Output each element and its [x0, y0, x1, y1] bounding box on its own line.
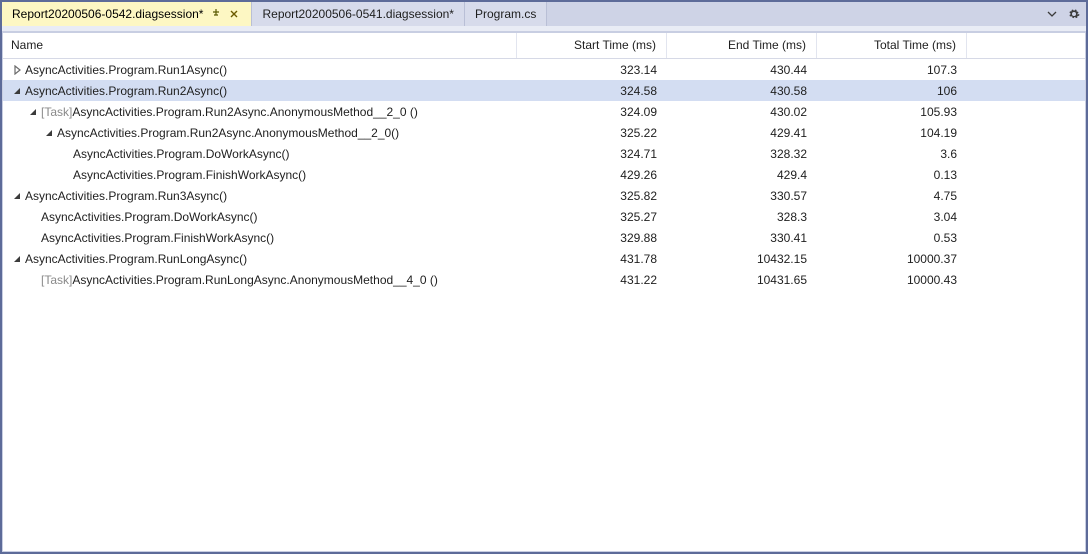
chevron-down-icon[interactable] — [27, 106, 39, 118]
column-header-name[interactable]: Name — [3, 33, 517, 58]
table-row[interactable]: AsyncActivities.Program.DoWorkAsync() 325… — [3, 206, 1085, 227]
cell-start: 324.58 — [517, 84, 667, 98]
report-grid: Name Start Time (ms) End Time (ms) Total… — [2, 32, 1086, 552]
cell-total: 104.19 — [817, 126, 967, 140]
cell-start: 325.82 — [517, 189, 667, 203]
chevron-down-icon[interactable] — [11, 85, 23, 97]
table-row[interactable]: [Task] AsyncActivities.Program.Run2Async… — [3, 101, 1085, 122]
table-row[interactable]: AsyncActivities.Program.FinishWorkAsync(… — [3, 164, 1085, 185]
grid-header: Name Start Time (ms) End Time (ms) Total… — [3, 33, 1085, 59]
cell-name: [Task] AsyncActivities.Program.Run2Async… — [3, 105, 517, 119]
table-row[interactable]: AsyncActivities.Program.DoWorkAsync() 324… — [3, 143, 1085, 164]
table-row[interactable]: AsyncActivities.Program.Run1Async() 323.1… — [3, 59, 1085, 80]
cell-start: 324.71 — [517, 147, 667, 161]
table-row[interactable]: AsyncActivities.Program.Run2Async() 324.5… — [3, 80, 1085, 101]
cell-name: AsyncActivities.Program.FinishWorkAsync(… — [3, 168, 517, 182]
cell-end: 328.32 — [667, 147, 817, 161]
cell-start: 324.09 — [517, 105, 667, 119]
row-name-text: AsyncActivities.Program.RunLongAsync.Ano… — [72, 273, 438, 287]
cell-total: 0.13 — [817, 168, 967, 182]
cell-end: 430.58 — [667, 84, 817, 98]
cell-name: AsyncActivities.Program.Run2Async.Anonym… — [3, 126, 517, 140]
cell-name: AsyncActivities.Program.Run1Async() — [3, 63, 517, 77]
cell-name: [Task] AsyncActivities.Program.RunLongAs… — [3, 273, 517, 287]
pin-icon[interactable] — [209, 7, 223, 21]
cell-total: 107.3 — [817, 63, 967, 77]
row-name-text: AsyncActivities.Program.DoWorkAsync() — [73, 147, 290, 161]
chevron-down-icon[interactable] — [11, 190, 23, 202]
cell-total: 4.75 — [817, 189, 967, 203]
chevron-right-icon[interactable] — [11, 64, 23, 76]
row-name-text: AsyncActivities.Program.Run3Async() — [25, 189, 227, 203]
table-row[interactable]: AsyncActivities.Program.RunLongAsync() 43… — [3, 248, 1085, 269]
table-row[interactable]: AsyncActivities.Program.Run2Async.Anonym… — [3, 122, 1085, 143]
cell-total: 10000.37 — [817, 252, 967, 266]
cell-total: 0.53 — [817, 231, 967, 245]
tab-strip: Report20200506-0542.diagsession* Report20… — [2, 2, 1086, 26]
row-name-text: AsyncActivities.Program.Run1Async() — [25, 63, 227, 77]
cell-start: 329.88 — [517, 231, 667, 245]
tab-0[interactable]: Report20200506-0542.diagsession* — [2, 2, 252, 26]
cell-end: 330.41 — [667, 231, 817, 245]
cell-end: 330.57 — [667, 189, 817, 203]
row-name-text: AsyncActivities.Program.FinishWorkAsync(… — [41, 231, 274, 245]
tab-1[interactable]: Report20200506-0541.diagsession* — [252, 2, 464, 26]
cell-end: 430.02 — [667, 105, 817, 119]
cell-end: 430.44 — [667, 63, 817, 77]
cell-name: AsyncActivities.Program.Run2Async() — [3, 84, 517, 98]
cell-name: AsyncActivities.Program.DoWorkAsync() — [3, 210, 517, 224]
cell-total: 106 — [817, 84, 967, 98]
grid-body[interactable]: AsyncActivities.Program.Run1Async() 323.1… — [3, 59, 1085, 551]
chevron-down-icon[interactable] — [11, 253, 23, 265]
row-name-text: AsyncActivities.Program.RunLongAsync() — [25, 252, 247, 266]
cell-total: 105.93 — [817, 105, 967, 119]
tab-label: Report20200506-0541.diagsession* — [262, 7, 453, 21]
cell-end: 429.41 — [667, 126, 817, 140]
column-header-start[interactable]: Start Time (ms) — [517, 33, 667, 58]
column-header-total[interactable]: Total Time (ms) — [817, 33, 967, 58]
gear-icon[interactable] — [1066, 6, 1082, 22]
cell-total: 3.6 — [817, 147, 967, 161]
row-name-text: AsyncActivities.Program.Run2Async() — [25, 84, 227, 98]
row-name-text: AsyncActivities.Program.DoWorkAsync() — [41, 210, 258, 224]
close-icon[interactable] — [227, 7, 241, 21]
cell-start: 325.27 — [517, 210, 667, 224]
table-row[interactable]: [Task] AsyncActivities.Program.RunLongAs… — [3, 269, 1085, 290]
cell-name: AsyncActivities.Program.DoWorkAsync() — [3, 147, 517, 161]
cell-start: 429.26 — [517, 168, 667, 182]
cell-start: 325.22 — [517, 126, 667, 140]
cell-total: 10000.43 — [817, 273, 967, 287]
cell-name: AsyncActivities.Program.Run3Async() — [3, 189, 517, 203]
column-header-end[interactable]: End Time (ms) — [667, 33, 817, 58]
cell-end: 328.3 — [667, 210, 817, 224]
cell-start: 323.14 — [517, 63, 667, 77]
cell-end: 429.4 — [667, 168, 817, 182]
tab-label: Report20200506-0542.diagsession* — [12, 7, 203, 21]
cell-start: 431.78 — [517, 252, 667, 266]
cell-name: AsyncActivities.Program.RunLongAsync() — [3, 252, 517, 266]
task-prefix: [Task] — [41, 105, 72, 119]
cell-total: 3.04 — [817, 210, 967, 224]
tab-2[interactable]: Program.cs — [465, 2, 547, 26]
chevron-down-icon[interactable] — [43, 127, 55, 139]
dropdown-button[interactable] — [1044, 6, 1060, 22]
table-row[interactable]: AsyncActivities.Program.Run3Async() 325.8… — [3, 185, 1085, 206]
task-prefix: [Task] — [41, 273, 72, 287]
column-spacer — [967, 33, 1085, 58]
tab-label: Program.cs — [475, 7, 536, 21]
row-name-text: AsyncActivities.Program.Run2Async.Anonym… — [72, 105, 418, 119]
cell-end: 10432.15 — [667, 252, 817, 266]
cell-name: AsyncActivities.Program.FinishWorkAsync(… — [3, 231, 517, 245]
cell-start: 431.22 — [517, 273, 667, 287]
row-name-text: AsyncActivities.Program.FinishWorkAsync(… — [73, 168, 306, 182]
table-row[interactable]: AsyncActivities.Program.FinishWorkAsync(… — [3, 227, 1085, 248]
cell-end: 10431.65 — [667, 273, 817, 287]
row-name-text: AsyncActivities.Program.Run2Async.Anonym… — [57, 126, 399, 140]
